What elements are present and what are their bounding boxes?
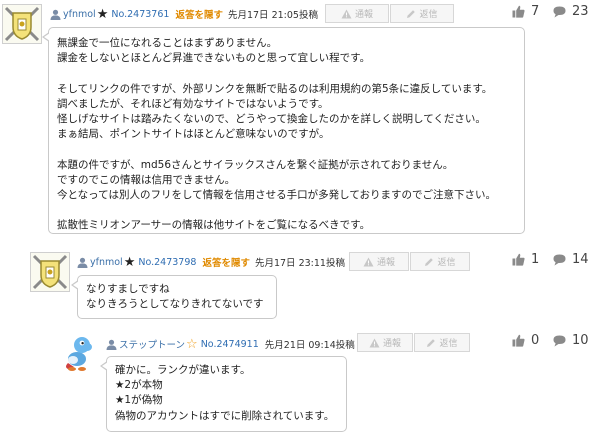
reply-label: 返信 [439, 339, 458, 349]
username: ステップトーン [119, 340, 186, 351]
rank-star-icon: ★ [96, 6, 109, 22]
reply-count[interactable]: 14 [553, 252, 589, 267]
reply-count[interactable]: 23 [553, 4, 589, 19]
speech-bubble-icon [553, 254, 566, 265]
comment-line: ★1が偽物 [115, 394, 163, 407]
comment-line [57, 203, 516, 218]
comment-line [57, 142, 516, 157]
comment-line: 調べましたが、それほど有効なサイトではないようです。 [57, 97, 329, 110]
reply-button[interactable]: 返信 [414, 333, 470, 352]
hide-replies-link[interactable]: 返答を隠す [175, 7, 223, 21]
reply-count-value: 23 [572, 4, 589, 19]
report-label: 通報 [376, 258, 395, 268]
warning-icon [341, 9, 352, 18]
reply-label: 返信 [419, 10, 438, 20]
reply-count[interactable]: 10 [553, 333, 589, 348]
comment-line: ★2が本物 [115, 379, 163, 392]
reply-label: 返信 [437, 258, 456, 268]
comment-line: 偽物のアカウントはすでに削除されています。 [115, 409, 335, 422]
report-label: 通報 [354, 10, 373, 20]
speech-bubble-icon [553, 6, 566, 17]
post-date: 先月17日 23:11投稿 [254, 258, 345, 269]
post-date: 先月21日 09:14投稿 [264, 340, 355, 351]
pencil-icon [427, 338, 436, 347]
username-link[interactable]: ステップトーン [106, 337, 185, 351]
like-count[interactable]: 1 [512, 252, 539, 267]
comment-line [57, 66, 516, 81]
reply-count-value: 10 [572, 333, 589, 348]
knight-shield-avatar-icon [32, 254, 68, 290]
thumbs-up-icon [512, 334, 525, 347]
comment-body: 無課金で一位になれることはまずありません。 課金をしないとほとんど昇進できないも… [42, 27, 525, 234]
avatar[interactable] [2, 4, 42, 44]
username: yfnmol [63, 8, 96, 20]
post-id-link[interactable]: No.2473761 [111, 9, 169, 20]
pencil-icon [407, 9, 416, 18]
rank-star-icon: ★ [123, 254, 136, 270]
comment-line: なりすましですね [86, 283, 170, 295]
reply-button[interactable]: 返信 [390, 4, 454, 23]
comment-line: 課金をしないとほとんど昇進できないものと思って宜しい程です。 [57, 52, 371, 65]
knight-shield-avatar-icon [4, 6, 40, 42]
comment-line: 拡散性ミリオンアーサーの情報は他サイトをご覧になるべきです。 [57, 219, 371, 232]
comment-line: なりきろうとしてなりきれてないです [86, 298, 264, 311]
comment-line: ですのでこの情報は信用できません。 [57, 173, 236, 186]
report-button[interactable]: 通報 [325, 4, 389, 23]
comment-line: 怪しげなサイトは踏みたくないので、どうやって換金したのかを詳しく説明してください… [57, 113, 486, 125]
thumbs-up-icon [512, 253, 525, 266]
reply-count-value: 14 [572, 252, 589, 267]
avatar[interactable] [30, 252, 70, 292]
user-icon [50, 9, 61, 20]
comment-line: 今となっては別人のフリをして情報を信用させる手口が多発しておりますのでご注意下さ… [57, 189, 497, 201]
user-icon [106, 339, 117, 350]
hide-replies-link[interactable]: 返答を隠す [202, 255, 250, 269]
comment-line: まぁ結局、ポイントサイトはほとんど意味ないのですが。 [57, 128, 330, 141]
comment-body: なりすましですね なりきろうとしてなりきれてないです [71, 275, 277, 319]
username-link[interactable]: yfnmol [50, 9, 96, 20]
comment-line: そしてリンクの件ですが、外部リンクを無断で貼るのは利用規約の第5条に違反していま… [57, 82, 493, 95]
like-count-value: 7 [531, 4, 540, 19]
comment-line: 無課金で一位になれることはまずありません。 [57, 37, 278, 49]
like-count-value: 0 [531, 333, 540, 348]
warning-icon [369, 338, 380, 347]
report-button[interactable]: 通報 [357, 333, 413, 352]
username-link[interactable]: yfnmol [77, 257, 123, 268]
post-id-link[interactable]: No.2474911 [201, 339, 259, 350]
comment-line: 確かに。ランクが違います。 [115, 364, 251, 376]
thumbs-up-icon [512, 5, 525, 18]
rank-star-icon: ☆ [186, 336, 198, 352]
comment-line: 本題の件ですが、md56さんとサイラックスさんを繋ぐ証拠が示されておりません。 [57, 158, 454, 171]
warning-icon [363, 257, 374, 266]
like-count[interactable]: 7 [512, 4, 539, 19]
like-count-value: 1 [531, 252, 540, 267]
user-icon [77, 257, 88, 268]
username: yfnmol [90, 256, 123, 268]
post-date: 先月17日 21:05投稿 [227, 10, 318, 21]
reply-button[interactable]: 返信 [410, 252, 470, 271]
pencil-icon [425, 257, 434, 266]
report-label: 通報 [382, 339, 401, 349]
avatar[interactable] [60, 333, 100, 373]
report-button[interactable]: 通報 [349, 252, 409, 271]
comment-body: 確かに。ランクが違います。 ★2が本物 ★1が偽物 偽物のアカウントはすでに削除… [100, 356, 347, 432]
speech-bubble-icon [553, 335, 566, 346]
post-id-link[interactable]: No.2473798 [138, 257, 196, 268]
blue-dinosaur-avatar-icon [66, 337, 92, 371]
like-count[interactable]: 0 [512, 333, 539, 348]
